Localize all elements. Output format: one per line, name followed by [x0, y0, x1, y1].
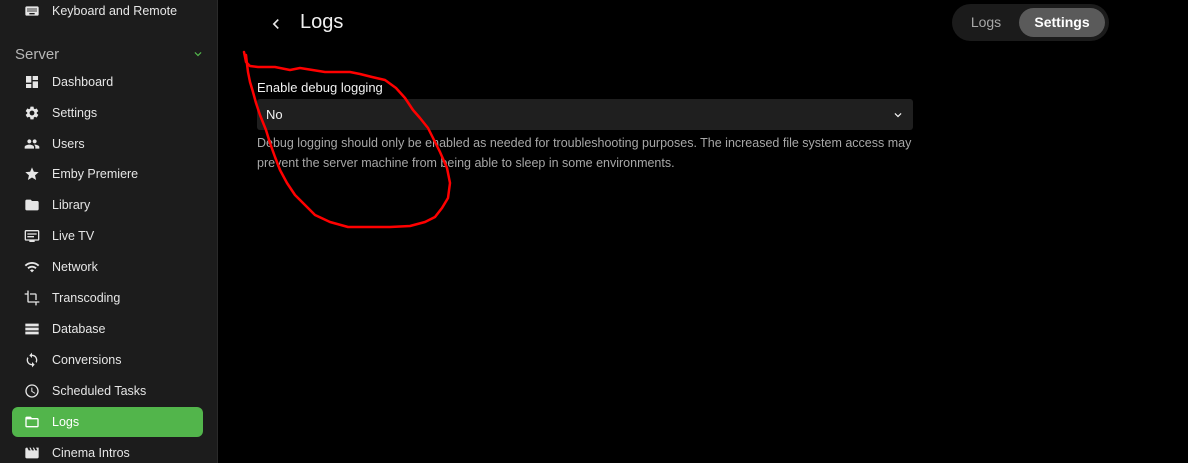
sidebar-item-emby-premiere[interactable]: Emby Premiere — [12, 159, 203, 189]
sidebar: Keyboard and Remote Server Dashboard Set… — [0, 0, 218, 463]
sidebar-item-keyboard-and-remote[interactable]: Keyboard and Remote — [12, 0, 203, 26]
crop-icon — [24, 290, 40, 306]
wifi-icon — [24, 259, 40, 275]
sidebar-item-logs[interactable]: Logs — [12, 407, 203, 437]
sidebar-item-label: Users — [52, 137, 85, 151]
sidebar-item-label: Settings — [52, 106, 98, 120]
sync-icon — [24, 352, 40, 368]
clock-icon — [24, 383, 40, 399]
tab-group: Logs Settings — [952, 4, 1109, 41]
chevron-down-icon — [194, 52, 202, 57]
sidebar-item-label: Emby Premiere — [52, 167, 139, 181]
sidebar-item-conversions[interactable]: Conversions — [12, 345, 203, 375]
sidebar-section-server[interactable]: Server — [15, 44, 205, 64]
sidebar-item-cinema-intros[interactable]: Cinema Intros — [12, 438, 203, 463]
select-value: No — [266, 107, 283, 122]
sidebar-item-dashboard[interactable]: Dashboard — [12, 67, 203, 97]
sidebar-item-live-tv[interactable]: Live TV — [12, 221, 203, 251]
star-icon — [24, 166, 40, 182]
dashboard-icon — [24, 74, 40, 90]
sidebar-item-label: Scheduled Tasks — [52, 384, 147, 398]
sidebar-item-label: Network — [52, 260, 98, 274]
sidebar-item-settings[interactable]: Settings — [12, 98, 203, 128]
sidebar-item-label: Logs — [52, 415, 80, 429]
page-title: Logs — [300, 11, 344, 33]
live-tv-icon — [24, 228, 40, 244]
sidebar-item-label: Transcoding — [52, 291, 121, 305]
tab-logs[interactable]: Logs — [966, 8, 1006, 37]
sidebar-item-label: Dashboard — [52, 75, 114, 89]
sidebar-item-transcoding[interactable]: Transcoding — [12, 283, 203, 313]
sidebar-item-users[interactable]: Users — [12, 129, 203, 159]
sidebar-item-scheduled-tasks[interactable]: Scheduled Tasks — [12, 376, 203, 406]
sidebar-item-label: Cinema Intros — [52, 446, 130, 460]
sidebar-item-label: Conversions — [52, 353, 122, 367]
chevron-down-icon — [894, 112, 902, 117]
folder-icon — [24, 197, 40, 213]
sidebar-item-label: Keyboard and Remote — [52, 4, 178, 18]
users-icon — [24, 136, 40, 152]
sidebar-item-label: Database — [52, 322, 106, 336]
sidebar-item-label: Live TV — [52, 229, 95, 243]
tab-settings[interactable]: Settings — [1019, 8, 1105, 37]
section-label: Server — [15, 45, 60, 63]
sidebar-item-network[interactable]: Network — [12, 252, 203, 282]
sidebar-item-label: Library — [52, 198, 91, 212]
gear-icon — [24, 105, 40, 121]
debug-logging-description: Debug logging should only be enabled as … — [257, 136, 912, 170]
back-button[interactable] — [262, 10, 290, 38]
film-icon — [24, 445, 40, 461]
keyboard-icon — [24, 3, 40, 19]
debug-logging-label: Enable debug logging — [257, 80, 383, 95]
sidebar-item-library[interactable]: Library — [12, 190, 203, 220]
sidebar-item-database[interactable]: Database — [12, 314, 203, 344]
chevron-left-icon — [272, 19, 279, 29]
debug-logging-select[interactable]: No — [257, 99, 913, 130]
database-icon — [24, 321, 40, 337]
folder-outline-icon — [24, 414, 40, 430]
